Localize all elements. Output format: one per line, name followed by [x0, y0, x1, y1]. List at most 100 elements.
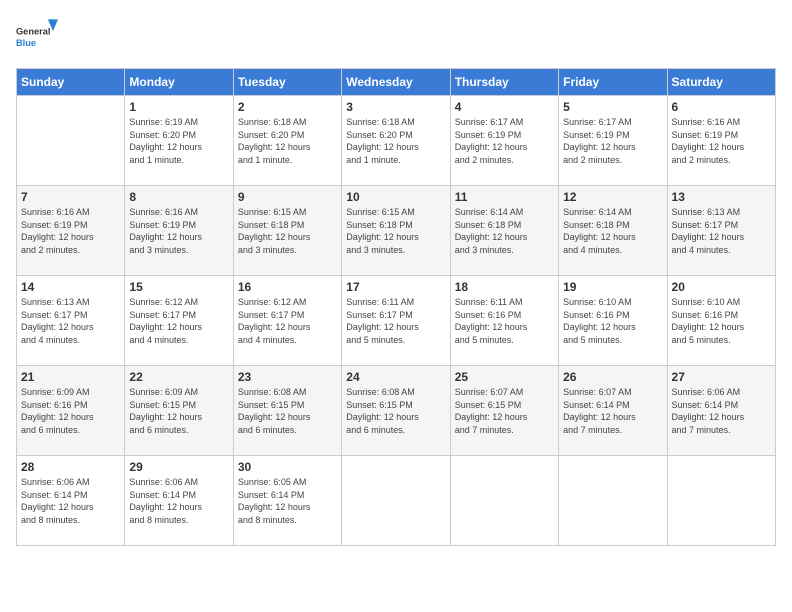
- day-number: 5: [563, 100, 662, 114]
- day-info: Sunrise: 6:09 AMSunset: 6:16 PMDaylight:…: [21, 386, 120, 436]
- calendar-cell: 27 Sunrise: 6:06 AMSunset: 6:14 PMDayligh…: [667, 366, 775, 456]
- calendar-cell: 4 Sunrise: 6:17 AMSunset: 6:19 PMDaylight…: [450, 96, 558, 186]
- day-info: Sunrise: 6:13 AMSunset: 6:17 PMDaylight:…: [672, 206, 771, 256]
- day-info: Sunrise: 6:18 AMSunset: 6:20 PMDaylight:…: [238, 116, 337, 166]
- calendar-cell: 1 Sunrise: 6:19 AMSunset: 6:20 PMDaylight…: [125, 96, 233, 186]
- header-day-sunday: Sunday: [17, 69, 125, 96]
- calendar-cell: 14 Sunrise: 6:13 AMSunset: 6:17 PMDayligh…: [17, 276, 125, 366]
- day-number: 1: [129, 100, 228, 114]
- svg-text:General: General: [16, 26, 50, 36]
- day-number: 23: [238, 370, 337, 384]
- calendar-week-5: 28 Sunrise: 6:06 AMSunset: 6:14 PMDayligh…: [17, 456, 776, 546]
- header-day-saturday: Saturday: [667, 69, 775, 96]
- calendar-cell: 13 Sunrise: 6:13 AMSunset: 6:17 PMDayligh…: [667, 186, 775, 276]
- calendar-cell: 29 Sunrise: 6:06 AMSunset: 6:14 PMDayligh…: [125, 456, 233, 546]
- day-info: Sunrise: 6:14 AMSunset: 6:18 PMDaylight:…: [563, 206, 662, 256]
- calendar-cell: 2 Sunrise: 6:18 AMSunset: 6:20 PMDaylight…: [233, 96, 341, 186]
- day-info: Sunrise: 6:15 AMSunset: 6:18 PMDaylight:…: [238, 206, 337, 256]
- day-info: Sunrise: 6:06 AMSunset: 6:14 PMDaylight:…: [129, 476, 228, 526]
- header-day-tuesday: Tuesday: [233, 69, 341, 96]
- calendar-cell: 26Sunrise: 6:07 AMSunset: 6:14 PMDayligh…: [559, 366, 667, 456]
- day-info: Sunrise: 6:06 AMSunset: 6:14 PMDaylight:…: [672, 386, 771, 436]
- day-info: Sunrise: 6:12 AMSunset: 6:17 PMDaylight:…: [238, 296, 337, 346]
- svg-text:Blue: Blue: [16, 38, 36, 48]
- day-info: Sunrise: 6:11 AMSunset: 6:17 PMDaylight:…: [346, 296, 445, 346]
- day-info: Sunrise: 6:13 AMSunset: 6:17 PMDaylight:…: [21, 296, 120, 346]
- header-day-monday: Monday: [125, 69, 233, 96]
- day-number: 17: [346, 280, 445, 294]
- day-info: Sunrise: 6:08 AMSunset: 6:15 PMDaylight:…: [238, 386, 337, 436]
- day-info: Sunrise: 6:14 AMSunset: 6:18 PMDaylight:…: [455, 206, 554, 256]
- calendar-cell: [17, 96, 125, 186]
- header-day-friday: Friday: [559, 69, 667, 96]
- day-info: Sunrise: 6:08 AMSunset: 6:15 PMDaylight:…: [346, 386, 445, 436]
- header-day-thursday: Thursday: [450, 69, 558, 96]
- calendar-cell: 20 Sunrise: 6:10 AMSunset: 6:16 PMDayligh…: [667, 276, 775, 366]
- day-number: 29: [129, 460, 228, 474]
- day-info: Sunrise: 6:09 AMSunset: 6:15 PMDaylight:…: [129, 386, 228, 436]
- calendar-header: SundayMondayTuesdayWednesdayThursdayFrid…: [17, 69, 776, 96]
- calendar-cell: 18 Sunrise: 6:11 AMSunset: 6:16 PMDayligh…: [450, 276, 558, 366]
- day-number: 21: [21, 370, 120, 384]
- day-number: 27: [672, 370, 771, 384]
- day-number: 30: [238, 460, 337, 474]
- day-number: 7: [21, 190, 120, 204]
- calendar-cell: 21 Sunrise: 6:09 AMSunset: 6:16 PMDayligh…: [17, 366, 125, 456]
- calendar-week-2: 7 Sunrise: 6:16 AMSunset: 6:19 PMDaylight…: [17, 186, 776, 276]
- day-info: Sunrise: 6:19 AMSunset: 6:20 PMDaylight:…: [129, 116, 228, 166]
- day-number: 8: [129, 190, 228, 204]
- calendar-cell: 11 Sunrise: 6:14 AMSunset: 6:18 PMDayligh…: [450, 186, 558, 276]
- day-info: Sunrise: 6:16 AMSunset: 6:19 PMDaylight:…: [129, 206, 228, 256]
- day-info: Sunrise: 6:15 AMSunset: 6:18 PMDaylight:…: [346, 206, 445, 256]
- day-info: Sunrise: 6:16 AMSunset: 6:19 PMDaylight:…: [672, 116, 771, 166]
- day-info: Sunrise: 6:12 AMSunset: 6:17 PMDaylight:…: [129, 296, 228, 346]
- calendar-cell: 6 Sunrise: 6:16 AMSunset: 6:19 PMDaylight…: [667, 96, 775, 186]
- calendar-week-3: 14 Sunrise: 6:13 AMSunset: 6:17 PMDayligh…: [17, 276, 776, 366]
- day-number: 24: [346, 370, 445, 384]
- calendar-cell: 12 Sunrise: 6:14 AMSunset: 6:18 PMDayligh…: [559, 186, 667, 276]
- day-number: 22: [129, 370, 228, 384]
- day-info: Sunrise: 6:10 AMSunset: 6:16 PMDaylight:…: [672, 296, 771, 346]
- day-number: 20: [672, 280, 771, 294]
- day-number: 12: [563, 190, 662, 204]
- day-number: 11: [455, 190, 554, 204]
- day-number: 4: [455, 100, 554, 114]
- header-row: SundayMondayTuesdayWednesdayThursdayFrid…: [17, 69, 776, 96]
- day-number: 26: [563, 370, 662, 384]
- day-number: 14: [21, 280, 120, 294]
- logo: General Blue: [16, 16, 58, 58]
- calendar-cell: [450, 456, 558, 546]
- calendar-cell: 5Sunrise: 6:17 AMSunset: 6:19 PMDaylight…: [559, 96, 667, 186]
- calendar-cell: 25Sunrise: 6:07 AMSunset: 6:15 PMDayligh…: [450, 366, 558, 456]
- calendar-cell: 7 Sunrise: 6:16 AMSunset: 6:19 PMDaylight…: [17, 186, 125, 276]
- day-number: 10: [346, 190, 445, 204]
- day-number: 6: [672, 100, 771, 114]
- day-number: 25: [455, 370, 554, 384]
- calendar-cell: 22 Sunrise: 6:09 AMSunset: 6:15 PMDayligh…: [125, 366, 233, 456]
- day-number: 28: [21, 460, 120, 474]
- calendar-cell: 30Sunrise: 6:05 AMSunset: 6:14 PMDayligh…: [233, 456, 341, 546]
- day-number: 18: [455, 280, 554, 294]
- calendar-cell: 24 Sunrise: 6:08 AMSunset: 6:15 PMDayligh…: [342, 366, 450, 456]
- header-day-wednesday: Wednesday: [342, 69, 450, 96]
- day-info: Sunrise: 6:11 AMSunset: 6:16 PMDaylight:…: [455, 296, 554, 346]
- day-info: Sunrise: 6:16 AMSunset: 6:19 PMDaylight:…: [21, 206, 120, 256]
- day-info: Sunrise: 6:18 AMSunset: 6:20 PMDaylight:…: [346, 116, 445, 166]
- calendar-cell: [667, 456, 775, 546]
- calendar-week-1: 1 Sunrise: 6:19 AMSunset: 6:20 PMDaylight…: [17, 96, 776, 186]
- logo-svg: General Blue: [16, 16, 58, 58]
- day-number: 15: [129, 280, 228, 294]
- day-number: 2: [238, 100, 337, 114]
- day-number: 16: [238, 280, 337, 294]
- day-number: 19: [563, 280, 662, 294]
- page-header: General Blue: [16, 16, 776, 58]
- calendar-cell: 9Sunrise: 6:15 AMSunset: 6:18 PMDaylight…: [233, 186, 341, 276]
- day-number: 13: [672, 190, 771, 204]
- calendar-week-4: 21 Sunrise: 6:09 AMSunset: 6:16 PMDayligh…: [17, 366, 776, 456]
- calendar-cell: 15 Sunrise: 6:12 AMSunset: 6:17 PMDayligh…: [125, 276, 233, 366]
- calendar-cell: 8 Sunrise: 6:16 AMSunset: 6:19 PMDaylight…: [125, 186, 233, 276]
- day-number: 3: [346, 100, 445, 114]
- day-info: Sunrise: 6:17 AMSunset: 6:19 PMDaylight:…: [455, 116, 554, 166]
- calendar-cell: 28Sunrise: 6:06 AMSunset: 6:14 PMDayligh…: [17, 456, 125, 546]
- calendar-cell: 17 Sunrise: 6:11 AMSunset: 6:17 PMDayligh…: [342, 276, 450, 366]
